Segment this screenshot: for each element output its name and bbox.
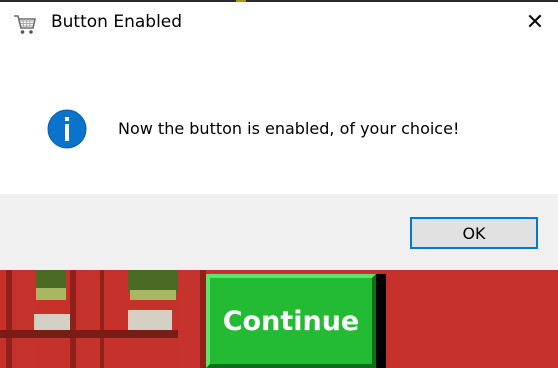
close-button[interactable]: ✕: [512, 2, 558, 42]
dialog-title: Button Enabled: [51, 12, 183, 32]
info-icon: [47, 109, 87, 149]
continue-button-shadow: [376, 274, 386, 368]
dialog-message: Now the button is enabled, of your choic…: [118, 119, 460, 138]
dialog-title-bar[interactable]: Button Enabled ✕: [0, 2, 558, 42]
message-dialog: Button Enabled ✕ Now the button is enabl…: [0, 2, 558, 270]
shopping-cart-icon: [14, 15, 36, 34]
ok-button[interactable]: OK: [410, 217, 538, 249]
continue-button[interactable]: Continue: [206, 274, 376, 368]
close-icon: ✕: [525, 9, 545, 35]
dialog-button-bar: OK: [0, 194, 558, 270]
